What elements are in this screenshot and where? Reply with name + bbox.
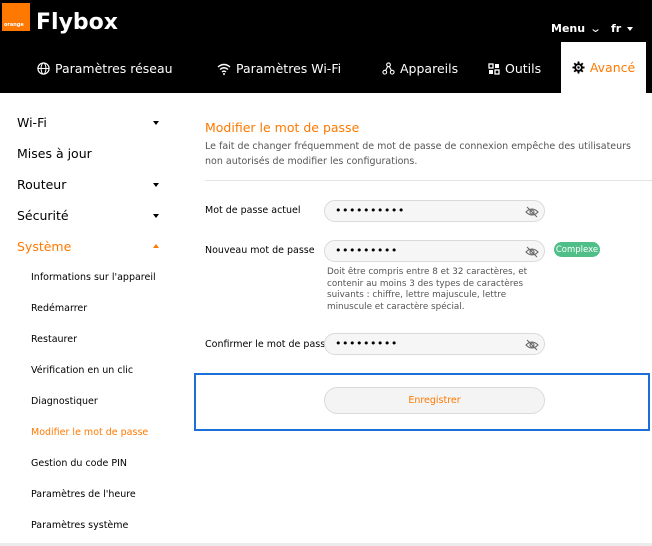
caret-down-icon xyxy=(153,121,159,125)
sidebar-subitem-restart[interactable]: Redémarrer xyxy=(31,303,87,314)
eye-slash-icon[interactable] xyxy=(525,338,539,356)
eye-slash-icon[interactable] xyxy=(525,205,539,223)
sidebar-subitem-restore[interactable]: Restaurer xyxy=(31,334,77,345)
nav-tab-advanced[interactable]: Avancé xyxy=(561,42,646,93)
nav-tab-devices[interactable]: Appareils xyxy=(382,44,458,93)
logo-text: orange xyxy=(4,22,24,28)
current-password-label: Mot de passe actuel xyxy=(205,205,301,216)
sidebar-item-security[interactable]: Sécurité xyxy=(17,208,69,223)
menu-label: Menu xyxy=(551,22,586,35)
current-password-value: •••••••••• xyxy=(335,204,405,217)
nav-label: Paramètres Wi-Fi xyxy=(236,61,342,76)
nav-label: Outils xyxy=(505,61,542,76)
new-password-input[interactable]: ••••••••• xyxy=(324,240,545,262)
sidebar-subitem-one-click-check[interactable]: Vérification en un clic xyxy=(31,365,133,376)
sidebar-subitem-device-info[interactable]: Informations sur l'appareil xyxy=(31,272,156,283)
wifi-icon xyxy=(217,63,231,75)
caret-up-icon xyxy=(153,244,159,248)
nav-label: Appareils xyxy=(400,61,459,76)
sidebar-subitem-time-settings[interactable]: Paramètres de l'heure xyxy=(31,489,136,500)
password-hint: Doit être compris entre 8 et 32 caractèr… xyxy=(327,267,528,312)
sidebar-subitem-pin-management[interactable]: Gestion du code PIN xyxy=(31,458,127,469)
nav-tab-wifi-settings[interactable]: Paramètres Wi-Fi xyxy=(217,44,341,93)
password-strength-badge: Complexe xyxy=(554,242,600,257)
new-password-label: Nouveau mot de passe xyxy=(205,245,315,256)
page-description: Le fait de changer fréquemment de mot de… xyxy=(205,141,632,167)
menu-dropdown[interactable]: Menu ⌄ xyxy=(551,22,603,35)
eye-slash-icon[interactable] xyxy=(525,245,539,263)
sidebar-subitem-diagnose[interactable]: Diagnostiquer xyxy=(31,396,98,407)
top-header: orange Flybox Menu ⌄ fr xyxy=(0,0,652,44)
nav-tab-tools[interactable]: Outils xyxy=(488,44,541,93)
sidebar-subitem-change-password[interactable]: Modifier le mot de passe xyxy=(31,427,148,438)
globe-icon xyxy=(37,62,50,75)
nav-label: Avancé xyxy=(589,60,636,75)
confirm-password-label: Confirmer le mot de passe xyxy=(205,339,332,350)
save-button[interactable]: Enregistrer xyxy=(324,387,545,414)
brand-title: Flybox xyxy=(36,10,118,35)
language-label: fr xyxy=(611,22,622,35)
divider xyxy=(205,180,652,181)
chevron-down-icon: ⌄ xyxy=(589,22,603,35)
sidebar-subitem-system-settings[interactable]: Paramètres système xyxy=(31,520,128,531)
language-dropdown[interactable]: fr xyxy=(611,22,634,35)
devices-icon xyxy=(382,62,395,75)
confirm-password-input[interactable]: ••••••••• xyxy=(324,333,545,355)
main-nav: Paramètres réseau Paramètres Wi-Fi Appar… xyxy=(0,44,652,93)
confirm-password-value: ••••••••• xyxy=(335,337,398,350)
caret-down-icon xyxy=(153,183,159,187)
page-title: Modifier le mot de passe xyxy=(205,120,360,135)
caret-down-icon xyxy=(627,27,634,31)
sidebar-item-updates[interactable]: Mises à jour xyxy=(17,146,92,161)
current-password-input[interactable]: •••••••••• xyxy=(324,200,545,222)
nav-label: Paramètres réseau xyxy=(55,61,173,76)
sidebar-item-system[interactable]: Système xyxy=(17,239,71,254)
gear-icon xyxy=(572,61,585,74)
orange-logo[interactable]: orange xyxy=(2,3,30,31)
new-password-value: ••••••••• xyxy=(335,244,398,257)
caret-down-icon xyxy=(153,214,159,218)
sidebar-item-wifi[interactable]: Wi-Fi xyxy=(17,115,47,130)
tools-icon xyxy=(488,62,500,75)
sidebar-item-router[interactable]: Routeur xyxy=(17,177,66,192)
nav-tab-network-settings[interactable]: Paramètres réseau xyxy=(37,44,173,93)
